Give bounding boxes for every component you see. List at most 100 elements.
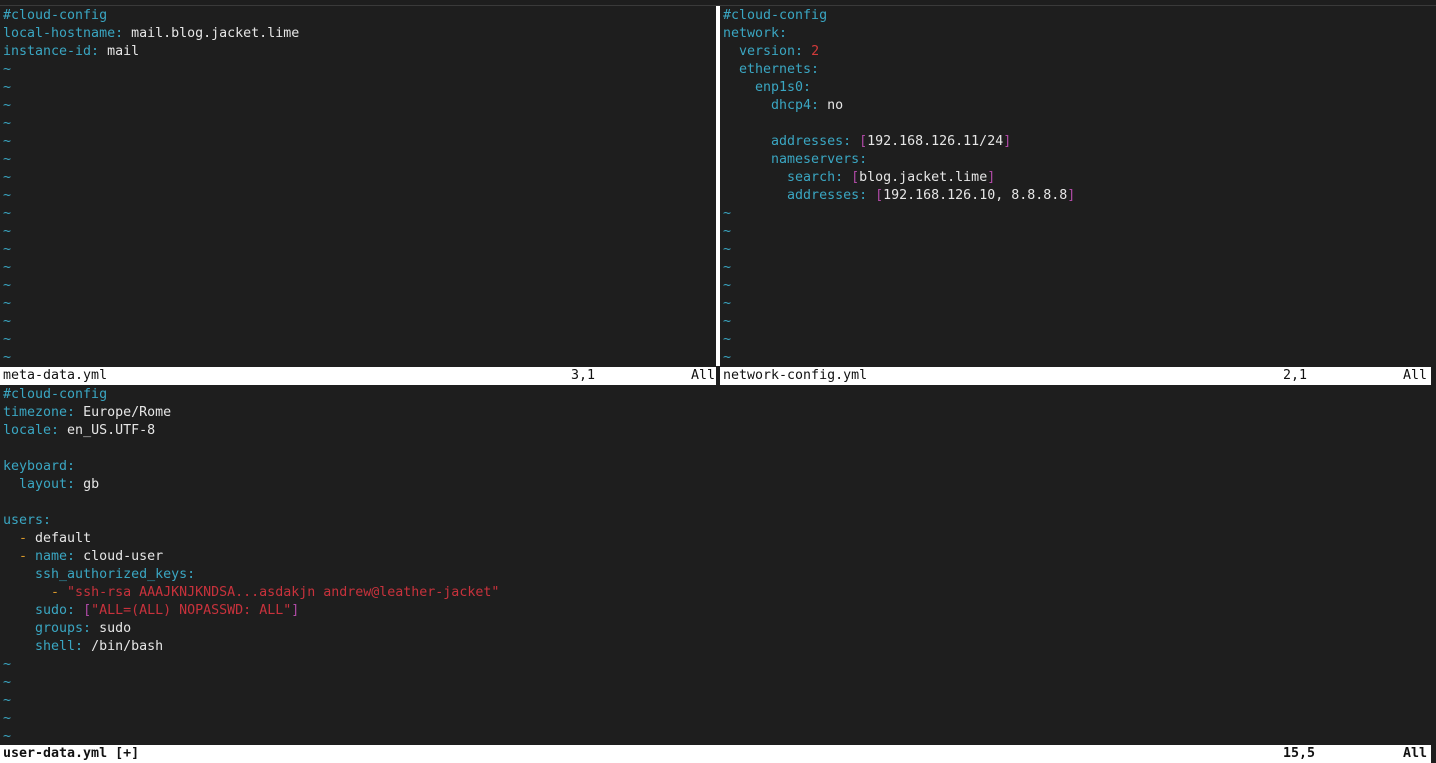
empty-line-tilde: ~ [3, 675, 12, 690]
code-token: cloud-user [75, 549, 164, 564]
empty-line-tilde: ~ [3, 350, 12, 365]
editor-pane-user-data[interactable]: #cloud-config timezone: Europe/Rome locale… [0, 385, 1431, 745]
code-token: ] [1067, 188, 1076, 203]
code-line[interactable]: version: 2 [723, 43, 819, 61]
code-token: users: [3, 513, 52, 528]
code-line[interactable]: network: [723, 25, 787, 43]
code-token: local-hostname: [3, 26, 124, 41]
empty-line-tilde: ~ [3, 278, 12, 293]
code-token: sudo: [3, 603, 76, 618]
empty-line-tilde: ~ [3, 693, 12, 708]
code-token: - [3, 531, 28, 546]
code-line[interactable]: layout: gb [3, 476, 99, 494]
code-token: 2 [803, 44, 820, 59]
code-token: ssh_authorized_keys: [3, 567, 196, 582]
status-bar-meta-data[interactable]: meta-data.yml 3,1 All [0, 367, 716, 385]
empty-line-tilde: ~ [3, 98, 12, 113]
code-token: gb [75, 477, 100, 492]
code-line[interactable]: users: [3, 512, 51, 530]
status-filename: meta-data.yml [3, 368, 108, 383]
code-line[interactable]: #cloud-config [3, 7, 107, 25]
code-line[interactable]: nameservers: [723, 151, 867, 169]
status-filename: user-data.yml [+] [3, 746, 140, 761]
code-line[interactable]: shell: /bin/bash [3, 638, 163, 656]
code-token: mail [99, 44, 140, 59]
code-token: instance-id: [3, 44, 100, 59]
code-token: #cloud-config [3, 387, 108, 402]
code-token: nameservers: [723, 152, 868, 167]
code-token: ] [987, 170, 996, 185]
editor-pane-network-config[interactable]: #cloud-config network: version: 2 etherne… [722, 6, 1431, 366]
code-line[interactable]: local-hostname: mail.blog.jacket.lime [3, 25, 299, 43]
code-line[interactable]: #cloud-config [3, 386, 107, 404]
status-filename: network-config.yml [723, 368, 868, 383]
code-token: [ [843, 170, 860, 185]
code-token: [ [867, 188, 884, 203]
code-line[interactable]: #cloud-config [723, 7, 827, 25]
empty-line-tilde: ~ [3, 729, 12, 744]
code-token: - [3, 585, 60, 600]
empty-line-tilde: ~ [723, 296, 732, 311]
code-token: ] [291, 603, 300, 618]
code-line[interactable]: search: [blog.jacket.lime] [723, 169, 995, 187]
code-line[interactable]: ethernets: [723, 61, 819, 79]
code-token: - [3, 549, 28, 564]
empty-line-tilde: ~ [723, 224, 732, 239]
code-line[interactable]: timezone: Europe/Rome [3, 404, 171, 422]
code-token: shell: [3, 639, 84, 654]
code-token: [ [75, 603, 92, 618]
empty-line-tilde: ~ [3, 170, 12, 185]
code-line[interactable]: - name: cloud-user [3, 548, 163, 566]
code-token: layout: [3, 477, 76, 492]
code-line[interactable]: groups: sudo [3, 620, 131, 638]
empty-line-tilde: ~ [3, 116, 12, 131]
status-bar-network-config[interactable]: network-config.yml 2,1 All [720, 367, 1431, 385]
empty-line-tilde: ~ [3, 332, 12, 347]
code-token: version: [723, 44, 804, 59]
code-token: groups: [3, 621, 92, 636]
code-token: Europe/Rome [75, 405, 172, 420]
empty-line-tilde: ~ [723, 206, 732, 221]
code-token: "ALL=(ALL) NOPASSWD: ALL" [91, 603, 292, 618]
code-line[interactable]: instance-id: mail [3, 43, 139, 61]
code-token: blog.jacket.lime [859, 170, 988, 185]
code-token: search: [723, 170, 844, 185]
code-line[interactable]: keyboard: [3, 458, 75, 476]
empty-line-tilde: ~ [723, 332, 732, 347]
status-cursor-position: 15,5 [1283, 746, 1316, 761]
code-line[interactable]: - "ssh-rsa AAAJKNJKNDSA...asdakjn andrew… [3, 584, 499, 602]
empty-line-tilde: ~ [3, 206, 12, 221]
code-line[interactable]: locale: en_US.UTF-8 [3, 422, 155, 440]
code-token: "ssh-rsa AAAJKNJKNDSA...asdakjn andrew@l… [59, 585, 500, 600]
code-token: keyboard: [3, 459, 76, 474]
status-scroll-indicator: All [691, 368, 716, 383]
empty-line-tilde: ~ [3, 188, 12, 203]
code-line[interactable]: ssh_authorized_keys: [3, 566, 195, 584]
status-scroll-indicator: All [1403, 746, 1428, 761]
code-line[interactable]: dhcp4: no [723, 97, 843, 115]
empty-line-tilde: ~ [3, 711, 12, 726]
empty-line-tilde: ~ [723, 314, 732, 329]
code-token: sudo [91, 621, 132, 636]
code-token: #cloud-config [3, 8, 108, 23]
empty-line-tilde: ~ [3, 62, 12, 77]
code-line[interactable]: sudo: ["ALL=(ALL) NOPASSWD: ALL"] [3, 602, 299, 620]
code-token: enp1s0: [723, 80, 812, 95]
status-bar-user-data[interactable]: user-data.yml [+] 15,5 All [0, 745, 1431, 763]
status-scroll-indicator: All [1403, 368, 1428, 383]
code-line[interactable]: - default [3, 530, 91, 548]
code-line[interactable]: enp1s0: [723, 79, 811, 97]
empty-line-tilde: ~ [3, 296, 12, 311]
code-token: [ [851, 134, 868, 149]
code-line[interactable]: addresses: [192.168.126.10, 8.8.8.8] [723, 187, 1075, 205]
empty-line-tilde: ~ [3, 657, 12, 672]
editor-pane-meta-data[interactable]: #cloud-config local-hostname: mail.blog.j… [0, 6, 716, 366]
code-token: dhcp4: [723, 98, 820, 113]
vertical-split-separator[interactable] [716, 6, 720, 366]
status-cursor-position: 2,1 [1283, 368, 1308, 383]
empty-line-tilde: ~ [723, 278, 732, 293]
empty-line-tilde: ~ [723, 242, 732, 257]
status-cursor-position: 3,1 [571, 368, 596, 383]
code-line[interactable]: addresses: [192.168.126.11/24] [723, 133, 1011, 151]
empty-line-tilde: ~ [3, 152, 12, 167]
